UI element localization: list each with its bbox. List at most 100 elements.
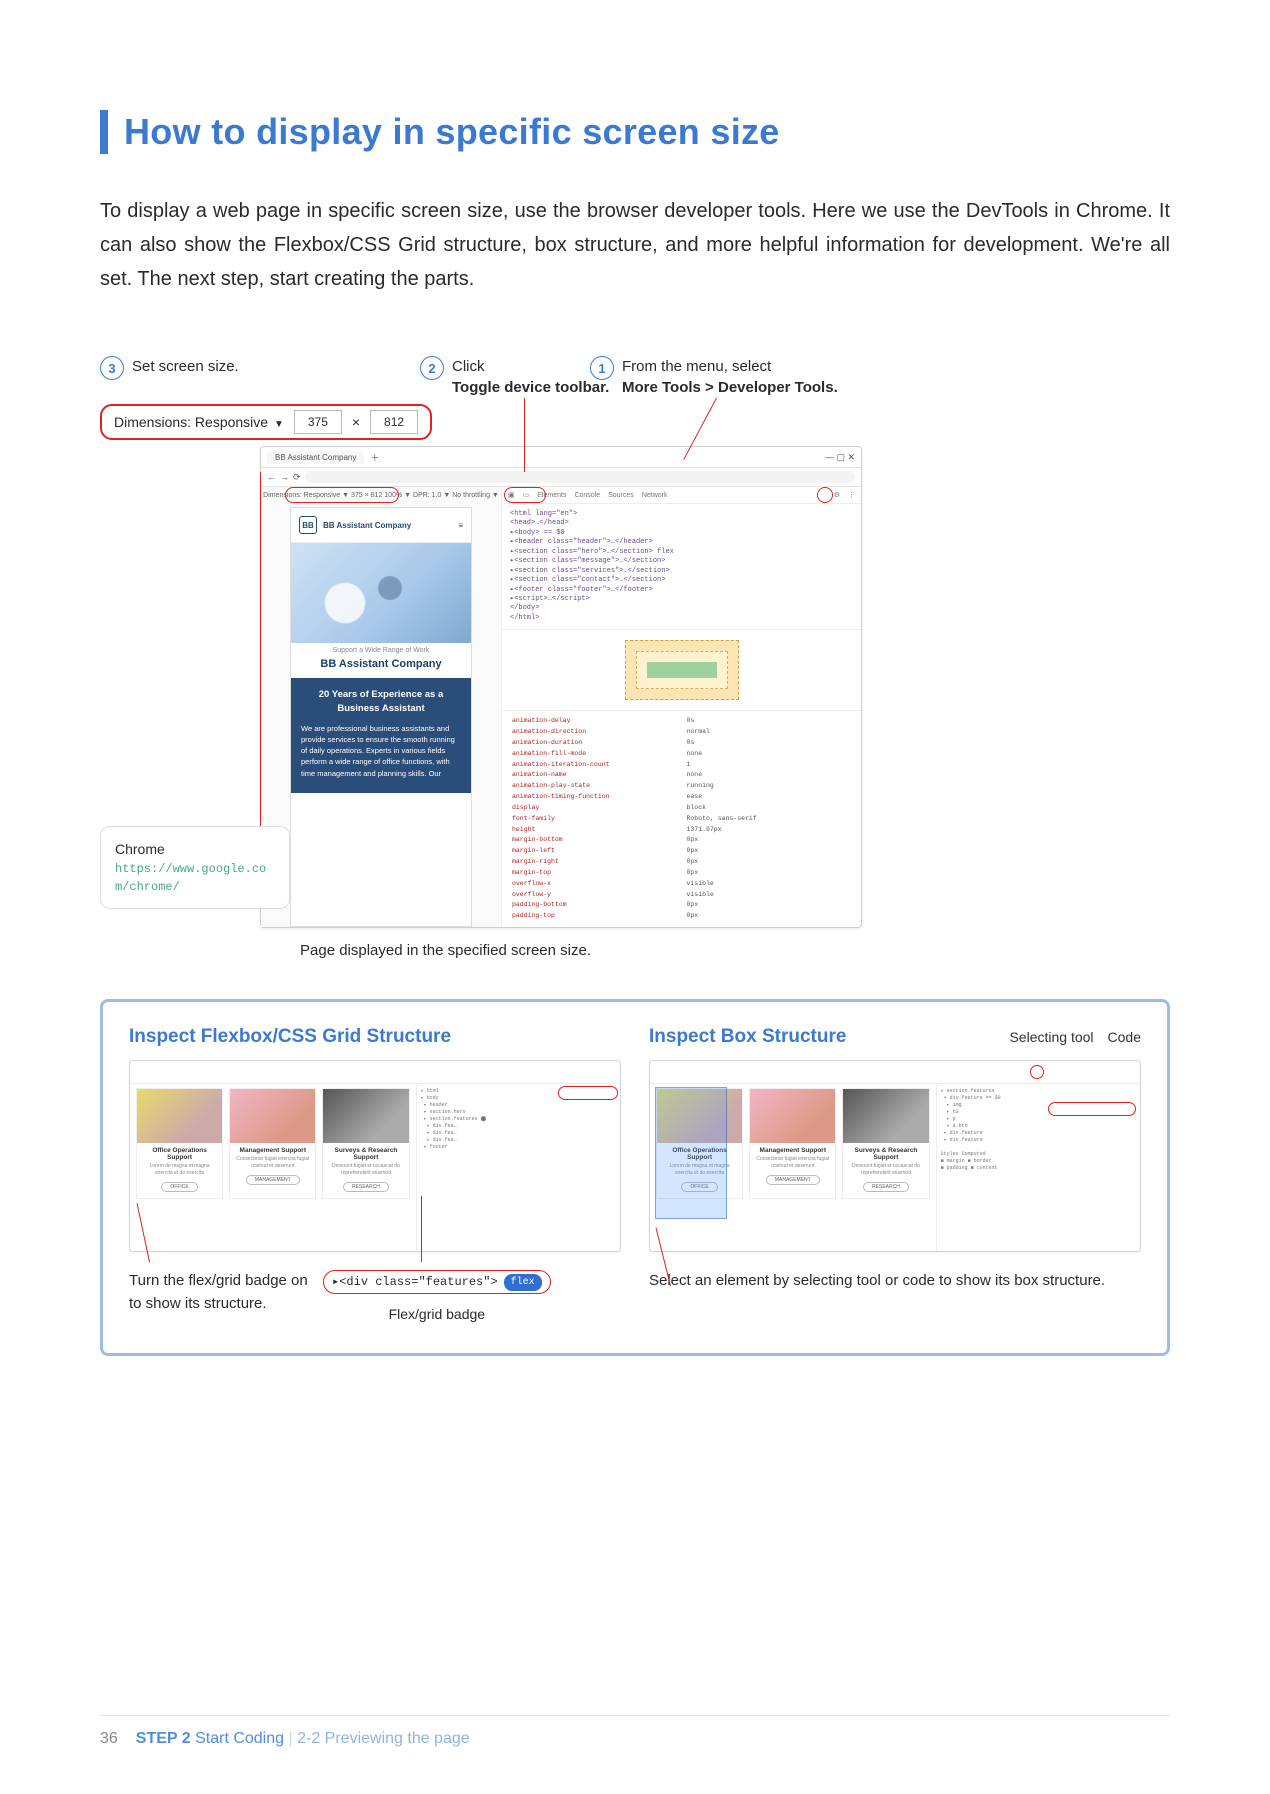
- leader-line: [421, 1196, 422, 1262]
- inspect-panel: Inspect Flexbox/CSS Grid Structure Offic…: [100, 999, 1170, 1356]
- mobile-preview: BB BB Assistant Company ≡ Support a Wide…: [290, 507, 472, 927]
- panel-heading-text: Inspect Box Structure: [649, 1026, 846, 1048]
- dimensions-height: 812: [370, 410, 418, 434]
- logo-text: BB Assistant Company: [323, 521, 411, 530]
- devtools-tab: Console: [574, 492, 600, 499]
- callout-text: Set screen size.: [132, 356, 239, 377]
- logo-icon: BB: [299, 516, 317, 534]
- callout-3: 3 Set screen size.: [100, 356, 239, 380]
- kebab-icon: ⋮: [848, 491, 855, 499]
- feature-card: Management SupportConsectetur fugiat exe…: [229, 1088, 316, 1199]
- mini-devtools: ▸ section.features ▾ div.feature == $0 ▸…: [936, 1084, 1140, 1251]
- dimensions-highlight: Dimensions: Responsive ▼ 375 × 812: [100, 404, 432, 440]
- footer-section: Start Coding: [195, 1730, 284, 1747]
- devtools-computed-styles: animation-delay0sanimation-directionnorm…: [502, 710, 861, 927]
- browser-toolbar: ← → ⟳: [261, 468, 861, 487]
- card-title: Management Support: [230, 1143, 315, 1156]
- screenshot-caption: Page displayed in the specified screen s…: [300, 942, 1170, 959]
- highlight-ring: [285, 487, 399, 503]
- mobile-band: 20 Years of Experience as a Business Ass…: [291, 678, 471, 793]
- address-field: [305, 471, 855, 483]
- highlight-ring: [1030, 1065, 1044, 1079]
- mobile-hero-heading: BB Assistant Company: [291, 656, 471, 678]
- chrome-card-url: https://www.google.com/chrome/: [115, 860, 275, 896]
- badge-code: ▸<div class="features">: [332, 1273, 498, 1291]
- footer-step: STEP 2: [136, 1730, 191, 1747]
- card-button: MANAGEMENT: [766, 1175, 820, 1185]
- intro-paragraph: To display a web page in specific screen…: [100, 194, 1170, 296]
- devtools-tab: Sources: [608, 492, 634, 499]
- mini-screenshot: Office Operations SupportLorem de magna …: [129, 1060, 621, 1252]
- panel-right-caption: Select an element by selecting tool or c…: [649, 1270, 1141, 1293]
- highlight-ring: [558, 1086, 618, 1100]
- gear-icon: ⚙: [834, 491, 840, 499]
- card-image: [230, 1089, 315, 1143]
- highlight-ring: [1048, 1102, 1136, 1116]
- panel-subheading: Code: [1108, 1029, 1141, 1045]
- card-image: [843, 1089, 928, 1143]
- mobile-hero-caption: Support a Wide Range of Work: [291, 643, 471, 656]
- callout-1: 1 From the menu, select More Tools > Dev…: [590, 356, 910, 398]
- panel-heading: Inspect Box Structure Selecting tool Cod…: [649, 1026, 1141, 1048]
- panel-left-caption: Turn the flex/grid badge on to show its …: [129, 1270, 309, 1315]
- mini-viewport: Office Operations SupportLorem de magna …: [650, 1084, 936, 1251]
- feature-card: Office Operations SupportLorem de magna …: [136, 1088, 223, 1199]
- callout-number: 3: [100, 356, 124, 380]
- forward-icon: →: [280, 472, 289, 482]
- heading-accent-bar: [100, 110, 108, 154]
- dimensions-width: 375: [294, 410, 342, 434]
- devtools-box-model: [502, 630, 861, 710]
- card-desc: Deserunt fugiat et occaecat do reprehend…: [843, 1163, 928, 1180]
- callout-row: 3 Set screen size. 2 Click Toggle device…: [100, 356, 1170, 416]
- mobile-band-body: We are professional business assistants …: [301, 723, 461, 779]
- heading-row: How to display in specific screen size: [100, 110, 1170, 154]
- card-image: [750, 1089, 835, 1143]
- page-title: How to display in specific screen size: [124, 111, 780, 153]
- browser-tabbar: BB Assistant Company ＋ — ▢ ✕: [261, 447, 861, 468]
- callout-number: 2: [420, 356, 444, 380]
- footer-subsection: 2-2 Previewing the page: [297, 1730, 470, 1747]
- caret-down-icon: ▼: [274, 419, 284, 430]
- dimensions-times: ×: [352, 414, 360, 430]
- card-button: RESEARCH: [343, 1182, 389, 1192]
- devtools-tab: Network: [642, 492, 668, 499]
- mini-toolbar: [130, 1061, 620, 1084]
- devtools-elements: <html lang="en"> <head>…</head> ▸<body> …: [502, 504, 861, 630]
- device-toolbar: Dimensions: Responsive ▼ 375 × 812 100% …: [261, 487, 501, 503]
- page-footer: 36 STEP 2 Start Coding | 2-2 Previewing …: [100, 1715, 1170, 1748]
- card-title: Office Operations Support: [137, 1143, 222, 1163]
- card-title: Management Support: [750, 1143, 835, 1156]
- devtools-screenshot: BB Assistant Company ＋ — ▢ ✕ ← → ⟳ Dimen…: [260, 446, 862, 928]
- card-desc: Deserunt fugiat et occaecat do reprehend…: [323, 1163, 408, 1180]
- card-desc: Consectetur fugiat exercita fugiat nostr…: [230, 1156, 315, 1173]
- callout-2: 2 Click Toggle device toolbar.: [420, 356, 609, 398]
- new-tab-icon: ＋: [370, 451, 379, 464]
- highlight-ring: [817, 487, 833, 503]
- mobile-band-title: 20 Years of Experience as a Business Ass…: [301, 688, 461, 717]
- mini-viewport: Office Operations SupportLorem de magna …: [130, 1084, 416, 1251]
- panel-subheading: Selecting tool: [1009, 1029, 1093, 1045]
- flex-badge-mock: ▸<div class="features"> flex: [323, 1270, 551, 1294]
- devtools-pane: ▣ ▭ Elements Console Sources Network ⚙ ⋮…: [502, 487, 861, 927]
- leader-line: [524, 398, 525, 472]
- footer-divider: |: [288, 1730, 292, 1747]
- badge-label: Flex/grid badge: [323, 1304, 551, 1325]
- panel-heading: Inspect Flexbox/CSS Grid Structure: [129, 1026, 621, 1048]
- callout-text: From the menu, select More Tools > Devel…: [622, 356, 838, 398]
- inspect-box-column: Inspect Box Structure Selecting tool Cod…: [649, 1026, 1141, 1325]
- back-icon: ←: [267, 472, 276, 482]
- highlight-ring: [504, 487, 546, 503]
- devtools-tabs: ▣ ▭ Elements Console Sources Network ⚙ ⋮: [502, 487, 861, 504]
- dimensions-label: Dimensions: Responsive ▼: [114, 414, 284, 430]
- card-button: RESEARCH: [863, 1182, 909, 1192]
- feature-card: Surveys & Research SupportDeserunt fugia…: [322, 1088, 409, 1199]
- device-emulation-pane: Dimensions: Responsive ▼ 375 × 812 100% …: [261, 487, 502, 927]
- card-button: OFFICE: [161, 1182, 197, 1192]
- mini-devtools: ▸ html▸ body ▸ header ▸ section.hero ▸ s…: [416, 1084, 620, 1251]
- card-title: Surveys & Research Support: [843, 1143, 928, 1163]
- card-image: [137, 1089, 222, 1143]
- chrome-card-title: Chrome: [115, 839, 275, 860]
- card-desc: Consectetur fugiat exercita fugiat nostr…: [750, 1156, 835, 1173]
- box-overlay: [656, 1088, 726, 1218]
- callout-line: From the menu, select: [622, 358, 771, 375]
